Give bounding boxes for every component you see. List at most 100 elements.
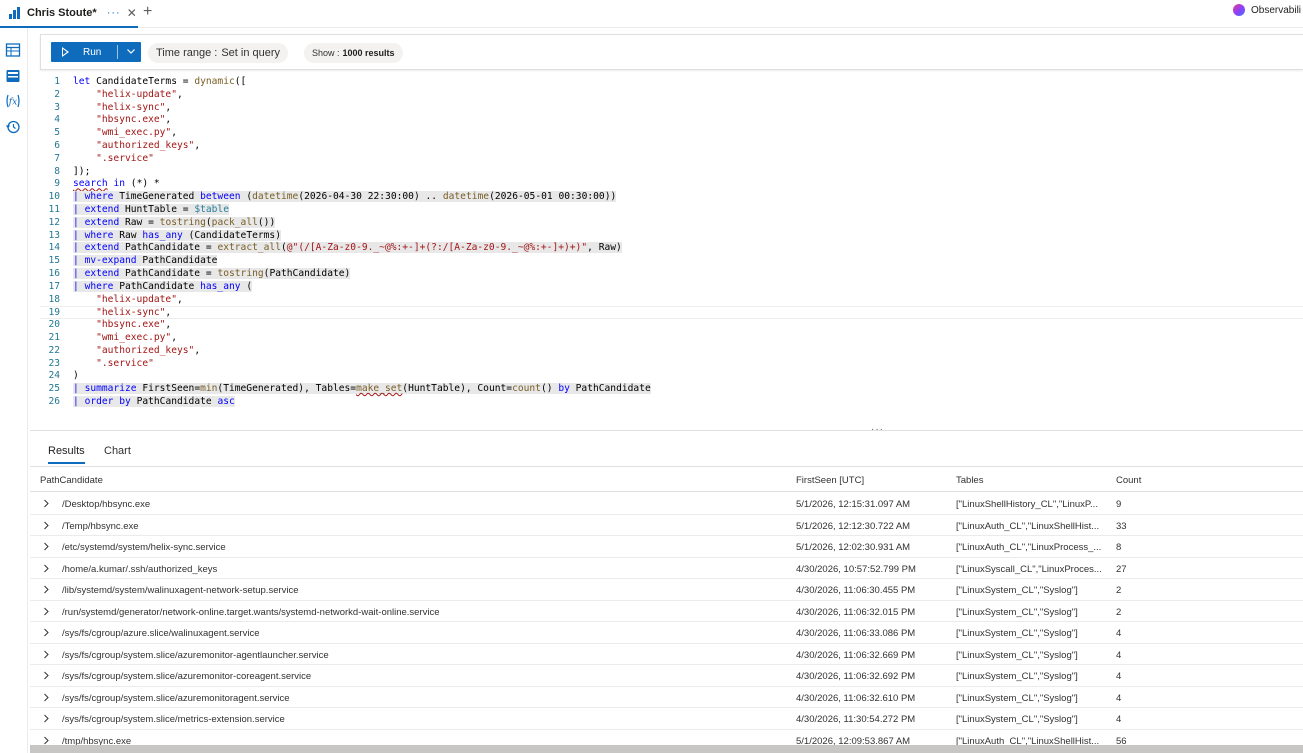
storage-icon[interactable] xyxy=(5,68,21,84)
column-header-count[interactable]: Count xyxy=(1116,475,1141,486)
code-line[interactable]: 9 search in (*) * xyxy=(40,178,1303,191)
column-header-firstseen[interactable]: FirstSeen [UTC] xyxy=(796,475,864,486)
table-row[interactable]: /home/a.kumar/.ssh/authorized_keys 4/30/2… xyxy=(30,558,1303,579)
chevron-right-icon[interactable] xyxy=(43,628,50,637)
query-editor[interactable]: 1 let CandidateTerms = dynamic([2 "helix-… xyxy=(40,74,1303,430)
code-line[interactable]: 17 | where PathCandidate has_any ( xyxy=(40,280,1303,294)
cell-firstseen: 4/30/2026, 11:06:32.692 PM xyxy=(796,671,916,682)
code-line[interactable]: 5 "wmi_exec.py", xyxy=(40,127,1303,140)
code-line[interactable]: 20 "hbsync.exe", xyxy=(40,319,1303,332)
cell-firstseen: 4/30/2026, 10:57:52.799 PM xyxy=(796,563,916,575)
splitter-handle-icon[interactable]: ··· xyxy=(871,424,884,435)
result-limit-picker[interactable]: Show : 1000 results xyxy=(304,43,403,63)
code-text: | where Raw has_any (CandidateTerms) xyxy=(73,229,281,241)
chevron-right-icon[interactable] xyxy=(43,607,50,616)
code-line[interactable]: 2 "helix-update", xyxy=(40,89,1303,102)
code-line[interactable]: 23 ".service" xyxy=(40,358,1303,371)
table-row[interactable]: /Desktop/hbsync.exe 5/1/2026, 12:15:31.09… xyxy=(30,493,1303,515)
cell-tables: ["LinuxSystem_CL","Syslog"] xyxy=(956,714,1078,725)
code-line[interactable]: 24) xyxy=(40,370,1303,383)
grid-header: PathCandidate FirstSeen [UTC] Tables Cou… xyxy=(30,467,1303,492)
code-line[interactable]: 6 "authorized_keys", xyxy=(40,140,1303,153)
chevron-right-icon[interactable] xyxy=(43,650,50,659)
cell-count: 9 xyxy=(1116,499,1122,510)
tab-results[interactable]: Results xyxy=(48,442,85,464)
table-row[interactable]: /lib/systemd/system/walinuxagent-network… xyxy=(30,579,1303,601)
function-icon[interactable]: fx xyxy=(5,93,21,109)
cell-firstseen: 4/30/2026, 11:30:54.272 PM xyxy=(796,714,916,725)
code-line[interactable]: 16 | extend PathCandidate = tostring(Path… xyxy=(40,268,1303,281)
code-line[interactable]: 25 | summarize FirstSeen=min(TimeGenerate… xyxy=(40,383,1303,396)
chevron-down-icon[interactable] xyxy=(125,45,137,57)
chevron-right-icon[interactable] xyxy=(43,499,50,508)
code-line[interactable]: 13 | where Raw has_any (CandidateTerms) xyxy=(40,229,1303,243)
tab-more-icon[interactable]: ··· xyxy=(107,7,121,19)
cell-pathcandidate: /sys/fs/cgroup/azure.slice/walinuxagent.… xyxy=(62,628,260,639)
time-range-picker[interactable]: Time range : Set in query xyxy=(148,43,289,63)
code-line[interactable]: 14 | extend PathCandidate = extract_all(@… xyxy=(40,242,1303,255)
cell-firstseen: 5/1/2026, 12:15:31.097 AM xyxy=(796,499,911,510)
code-line[interactable]: 26 | order by PathCandidate asc xyxy=(40,396,1303,409)
line-number: 25 xyxy=(48,383,60,395)
code-text: | order by PathCandidate asc xyxy=(73,396,235,407)
time-range-label: Time range : xyxy=(156,47,218,59)
query-tab[interactable]: Chris Stoute* ··· ✕ xyxy=(0,0,138,28)
chevron-right-icon[interactable] xyxy=(43,564,50,573)
line-number: 8 xyxy=(54,165,60,177)
table-row[interactable]: /sys/fs/cgroup/system.slice/metrics-exte… xyxy=(30,708,1303,730)
cell-tables: ["LinuxSystem_CL","Syslog"] xyxy=(956,606,1078,618)
code-line[interactable]: 18 "helix-update", xyxy=(40,294,1303,307)
tab-chart[interactable]: Chart xyxy=(104,442,131,464)
code-line[interactable]: 11 | extend HuntTable = $table xyxy=(40,204,1303,217)
code-line[interactable]: 15 | mv-expand PathCandidate xyxy=(40,255,1303,268)
cell-count: 8 xyxy=(1116,542,1122,553)
pane-splitter[interactable]: ··· xyxy=(30,424,1303,436)
table-row[interactable]: /sys/fs/cgroup/system.slice/azuremonitor… xyxy=(30,665,1303,687)
line-number: 17 xyxy=(48,280,60,292)
table-row[interactable]: /sys/fs/cgroup/azure.slice/walinuxagent.… xyxy=(30,622,1303,644)
table-row[interactable]: /run/systemd/generator/network-online.ta… xyxy=(30,601,1303,622)
code-line[interactable]: 7 ".service" xyxy=(40,153,1303,166)
history-icon[interactable] xyxy=(5,119,21,135)
code-line[interactable]: 4 "hbsync.exe", xyxy=(40,114,1303,127)
table-row[interactable]: /etc/systemd/system/helix-sync.service 5/… xyxy=(30,536,1303,558)
code-line[interactable]: 19 "helix-sync", xyxy=(40,306,1303,320)
chevron-right-icon[interactable] xyxy=(43,585,50,594)
cell-tables: ["LinuxSystem_CL","Syslog"] xyxy=(956,628,1078,639)
cell-tables: ["LinuxSystem_CL","Syslog"] xyxy=(956,585,1078,596)
line-number: 26 xyxy=(48,396,60,407)
code-line[interactable]: 3 "helix-sync", xyxy=(40,102,1303,115)
code-line[interactable]: 10 | where TimeGenerated between (datetim… xyxy=(40,191,1303,204)
table-icon[interactable] xyxy=(5,42,21,58)
column-header-tables[interactable]: Tables xyxy=(956,475,983,486)
chevron-right-icon[interactable] xyxy=(43,671,50,680)
code-text: ]); xyxy=(73,165,91,177)
svg-text:fx: fx xyxy=(8,98,17,108)
cell-firstseen: 4/30/2026, 11:06:32.610 PM xyxy=(796,692,916,704)
chevron-right-icon[interactable] xyxy=(43,714,50,723)
code-line[interactable]: 21 "wmi_exec.py", xyxy=(40,332,1303,345)
horizontal-scrollbar[interactable] xyxy=(30,745,1303,753)
line-number: 20 xyxy=(48,319,60,331)
code-line[interactable]: 22 "authorized_keys", xyxy=(40,345,1303,358)
run-button[interactable]: Run xyxy=(51,42,141,62)
chevron-right-icon[interactable] xyxy=(43,693,50,702)
play-icon xyxy=(62,47,69,57)
chevron-right-icon[interactable] xyxy=(43,542,50,551)
table-row[interactable]: /sys/fs/cgroup/system.slice/azuremonitor… xyxy=(30,644,1303,665)
code-line[interactable]: 12 | extend Raw = tostring(pack_all()) xyxy=(40,216,1303,230)
observability-link[interactable]: Observabili xyxy=(1233,4,1301,16)
code-text: "helix-update", xyxy=(96,88,183,100)
cell-pathcandidate: /sys/fs/cgroup/system.slice/metrics-exte… xyxy=(62,714,285,725)
chevron-right-icon[interactable] xyxy=(43,736,50,745)
table-row[interactable]: /sys/fs/cgroup/system.slice/azuremonitor… xyxy=(30,687,1303,708)
code-line[interactable]: 8]); xyxy=(40,166,1303,179)
tab-close-icon[interactable]: ✕ xyxy=(127,6,137,20)
new-tab-icon[interactable]: + xyxy=(143,3,152,21)
chevron-right-icon[interactable] xyxy=(43,521,50,530)
code-line[interactable]: 1 let CandidateTerms = dynamic([ xyxy=(40,76,1303,89)
table-row[interactable]: /Temp/hbsync.exe 5/1/2026, 12:12:30.722 A… xyxy=(30,515,1303,536)
column-header-pathcandidate[interactable]: PathCandidate xyxy=(40,475,103,486)
code-text: "authorized_keys", xyxy=(96,344,201,356)
cell-count: 2 xyxy=(1116,585,1122,596)
